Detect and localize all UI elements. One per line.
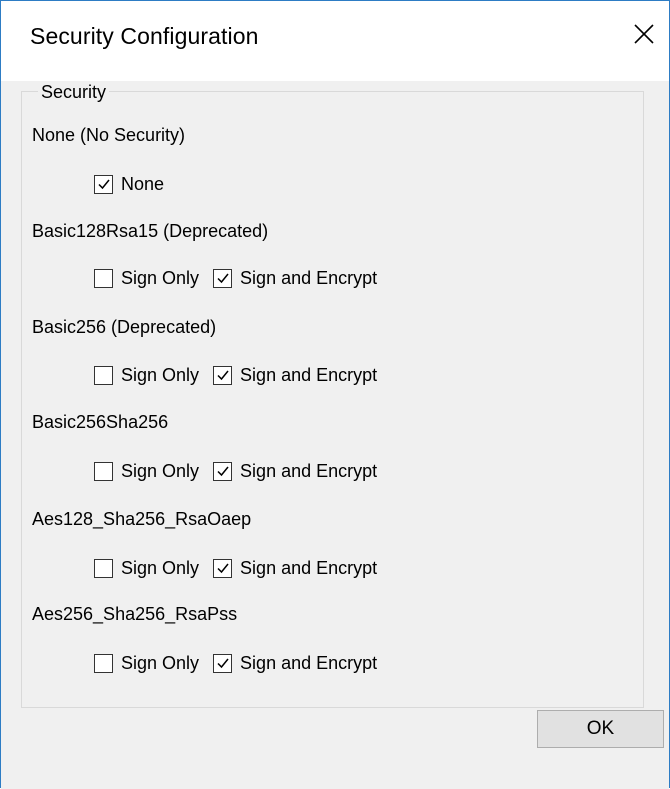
policy-options-basic128rsa15: Sign Only Sign and Encrypt (94, 265, 391, 291)
checkbox-sign-and-encrypt[interactable]: Sign and Encrypt (213, 652, 377, 674)
checkbox-label: Sign and Encrypt (240, 268, 378, 288)
checkbox-sign-and-encrypt[interactable]: Sign and Encrypt (213, 460, 377, 482)
checkbox-label: Sign and Encrypt (240, 365, 378, 385)
checkbox-box[interactable] (213, 653, 233, 673)
checkbox-sign-only[interactable]: Sign Only (94, 557, 199, 579)
dialog-body: Security None (No Security) None Basic12… (1, 81, 669, 789)
checkbox-label: Sign Only (121, 268, 200, 288)
checkbox-box[interactable] (94, 461, 113, 481)
checkbox-box[interactable] (94, 365, 113, 385)
policy-label-aes128-sha256-rsaoaep: Aes128_Sha256_RsaOaep (32, 509, 252, 529)
title-bar: Security Configuration (1, 1, 669, 81)
security-configuration-dialog: Security Configuration Security None (No… (0, 0, 670, 789)
checkbox-sign-and-encrypt[interactable]: Sign and Encrypt (213, 557, 377, 579)
checkbox-sign-and-encrypt[interactable]: Sign and Encrypt (213, 364, 377, 386)
policy-label-none: None (No Security) (32, 125, 186, 145)
policy-options-aes128-sha256-rsaoaep: Sign Only Sign and Encrypt (94, 555, 391, 581)
window-title: Security Configuration (30, 23, 259, 49)
policy-options-none: None (94, 171, 178, 197)
security-groupbox: Security None (No Security) None Basic12… (21, 82, 644, 708)
policy-label-basic128rsa15: Basic128Rsa15 (Deprecated) (32, 221, 269, 241)
checkbox-label: Sign Only (121, 653, 200, 673)
policy-label-basic256sha256: Basic256Sha256 (32, 412, 169, 432)
checkbox-none[interactable]: None (94, 173, 164, 195)
checkbox-sign-only[interactable]: Sign Only (94, 652, 199, 674)
policy-label-basic256: Basic256 (Deprecated) (32, 317, 217, 337)
checkbox-box[interactable] (213, 558, 233, 578)
checkmark-icon (97, 179, 110, 190)
checkbox-box[interactable] (94, 653, 113, 673)
checkbox-label: Sign Only (121, 558, 200, 578)
checkbox-sign-only[interactable]: Sign Only (94, 267, 199, 289)
checkbox-label: Sign Only (121, 365, 200, 385)
checkbox-box[interactable] (94, 174, 113, 194)
policy-label-aes256-sha256-rsapss: Aes256_Sha256_RsaPss (32, 604, 238, 624)
checkmark-icon (217, 563, 229, 574)
policy-options-basic256sha256: Sign Only Sign and Encrypt (94, 458, 391, 484)
close-button[interactable] (619, 9, 669, 59)
policy-options-aes256-sha256-rsapss: Sign Only Sign and Encrypt (94, 650, 391, 676)
checkmark-icon (217, 658, 229, 669)
checkmark-icon (217, 370, 229, 381)
groupbox-legend: Security (38, 82, 110, 102)
checkbox-box[interactable] (213, 461, 233, 481)
checkbox-sign-and-encrypt[interactable]: Sign and Encrypt (213, 267, 377, 289)
checkbox-box[interactable] (213, 365, 233, 385)
checkbox-label: Sign and Encrypt (240, 653, 378, 673)
checkmark-icon (217, 273, 229, 284)
ok-button[interactable]: OK (537, 710, 664, 748)
checkbox-box[interactable] (94, 558, 113, 578)
checkbox-label: Sign and Encrypt (240, 461, 378, 481)
close-icon (634, 24, 654, 44)
checkbox-box[interactable] (94, 268, 113, 288)
checkbox-box[interactable] (213, 268, 233, 288)
checkbox-sign-only[interactable]: Sign Only (94, 364, 199, 386)
policy-options-basic256: Sign Only Sign and Encrypt (94, 362, 391, 388)
checkmark-icon (217, 466, 229, 477)
checkbox-label: Sign and Encrypt (240, 558, 378, 578)
checkbox-label: None (121, 174, 165, 194)
checkbox-sign-only[interactable]: Sign Only (94, 460, 199, 482)
checkbox-label: Sign Only (121, 461, 200, 481)
